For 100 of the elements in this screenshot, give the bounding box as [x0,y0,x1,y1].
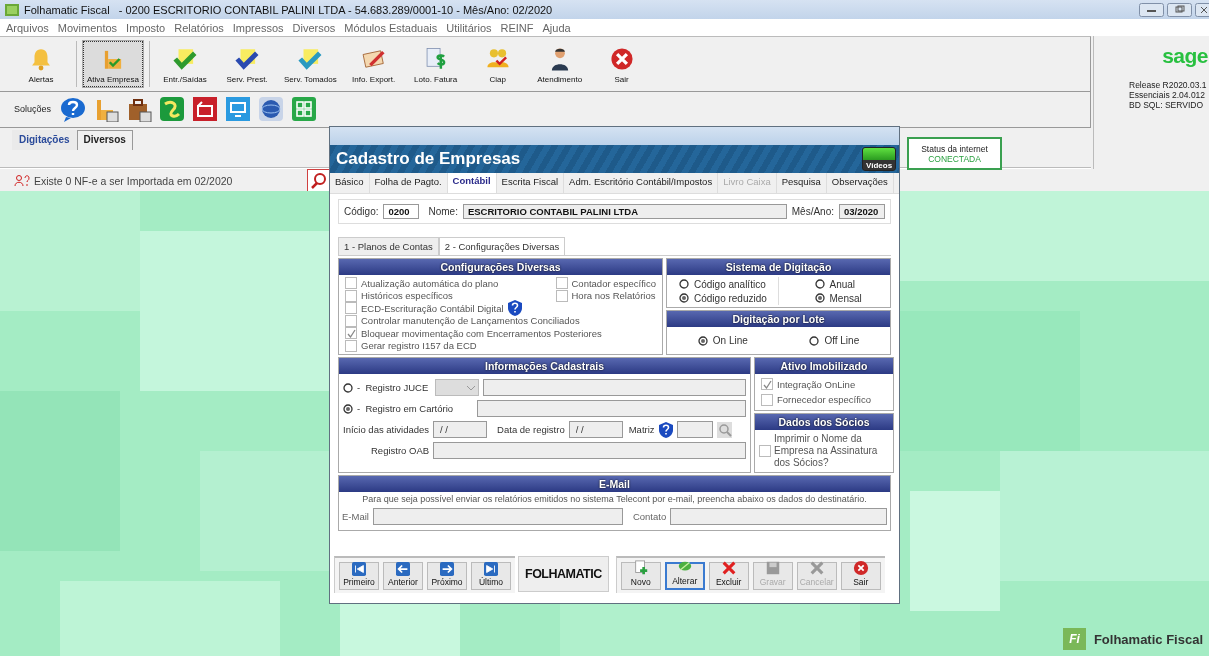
toolbar-button[interactable]: Serv. Prest. [218,41,277,87]
tab[interactable]: Adm. Escritório Contábil/Impostos [564,173,719,193]
videos-button[interactable]: Vídeos [862,147,896,171]
version-info: Release R2020.03.1 [1129,80,1208,90]
menu-item[interactable]: Movimentos [57,21,118,34]
checkbox[interactable] [555,289,568,302]
radio-button[interactable] [679,293,689,303]
option-label: On Line [712,335,748,346]
code-field[interactable]: 0200 [383,204,420,219]
tab[interactable]: 2 - Configurações Diversas [438,237,566,255]
option-label: Integração OnLine [777,378,856,390]
checkbox[interactable] [345,314,357,327]
input-field[interactable] [477,400,746,417]
radio-button[interactable] [343,382,353,393]
radio-button[interactable] [343,403,353,414]
contact-field[interactable] [670,508,887,525]
people-question-icon [14,175,30,187]
tab[interactable]: Básico [330,173,370,193]
menu-item[interactable]: Módulos Estaduais [344,21,438,34]
checkbox[interactable] [761,378,773,391]
toolbar-button[interactable]: Atendimento [530,41,589,87]
search-icon[interactable] [716,421,732,438]
menu-item[interactable]: Arquivos [6,21,49,34]
section-header: Ativo Imobilizado [755,358,893,374]
field-label: Registro OAB [371,445,430,456]
tab[interactable]: Escrita Fiscal [496,173,565,193]
input-field[interactable] [433,442,746,459]
grid-icon[interactable] [291,96,318,122]
close-icon[interactable] [1195,2,1209,17]
checkbox[interactable] [759,445,771,457]
menu-item[interactable]: Diversos [292,21,336,34]
checkbox[interactable] [345,327,357,340]
tab[interactable]: Digitações [12,130,77,150]
checkbox[interactable] [345,289,357,302]
radio-button[interactable] [814,293,825,303]
toolbar-button[interactable]: Ativa Empresa [83,41,144,87]
toolbar-button[interactable]: Entr./Saídas [156,41,215,87]
menu-item[interactable]: Utilitários [446,21,492,34]
option-label: Controlar manutenção de Lançamentos Conciliados [361,315,580,327]
help-icon[interactable] [507,300,522,317]
checkbox[interactable] [345,277,357,290]
period-field[interactable]: 03/2020 [839,204,885,219]
menu-item[interactable]: Ajuda [542,21,571,34]
action-button[interactable]: Sair [840,561,881,590]
help-icon[interactable] [658,421,673,438]
radio-button[interactable] [679,279,689,289]
dialog-title: Cadastro de Empresas [336,149,521,169]
checkbox[interactable] [761,393,773,406]
toolbar-button[interactable]: Serv. Tomados [280,41,341,87]
tab[interactable]: Diversos [76,130,133,150]
left-arrow-icon [395,561,411,576]
nav-button[interactable]: Anterior [383,561,423,590]
tab[interactable]: 1 - Planos de Contas [338,237,439,255]
checkbox[interactable] [555,277,568,290]
restore-icon[interactable] [1167,2,1192,17]
monitor-icon[interactable] [225,96,252,122]
radio-button[interactable] [809,335,820,346]
action-button[interactable]: Alterar [664,561,705,590]
menu-item[interactable]: Impressos [232,21,284,34]
toolbar-button[interactable]: Sair [592,41,651,87]
action-button[interactable]: Novo [620,561,661,590]
email-field[interactable] [372,508,623,525]
close-icon [608,46,635,72]
section-header: Informações Cadastrais [339,358,750,374]
toolbar-button[interactable]: Loto. Fatura [406,41,465,87]
name-field[interactable]: ESCRITORIO CONTABIL PALINI LTDA [462,204,787,219]
input-field[interactable] [483,379,746,396]
input-field[interactable] [676,421,713,438]
last-icon [483,561,499,576]
status-value: CONECTADA [928,153,981,164]
email-note: Para que seja possível enviar os relatórios emitidos no sistema Telecont por e-mail, preencha abaixo os dados do destinatário. [361,493,868,506]
tab[interactable]: Pesquisa [776,173,827,193]
menu-item[interactable]: REINF [500,21,534,34]
nav-button[interactable]: Primeiro [339,561,379,590]
close-icon [852,559,869,576]
toolbar-button[interactable]: Alertas [12,41,70,87]
logo-badge: Fi [1063,628,1086,650]
section-header: Dados dos Sócios [755,414,893,430]
radio-button[interactable] [697,335,708,346]
radio-button[interactable] [814,279,825,289]
tab[interactable]: Folha de Pagto. [369,173,448,193]
menu-item[interactable]: Imposto [126,21,166,34]
version-info: Essenciais 2.04.012 [1129,90,1207,100]
nav-button[interactable]: Próximo [427,561,467,590]
minimize-icon[interactable] [1139,2,1164,17]
help-icon[interactable] [60,96,87,122]
nav-button[interactable]: Último [471,561,511,590]
date-field[interactable]: / / [568,421,623,438]
globe-icon[interactable] [258,96,285,122]
toolbar-button[interactable]: Ciap [468,41,527,87]
date-field[interactable]: / / [433,421,488,438]
checkbox[interactable] [345,302,357,315]
checkbox[interactable] [345,339,357,352]
tab[interactable]: Contábil [447,173,497,193]
action-button[interactable]: Excluir [708,561,749,590]
menu-item[interactable]: Relatórios [174,21,224,34]
briefcase-icon[interactable] [126,96,153,122]
toolbar-button[interactable]: Info. Export. [344,41,403,87]
swoosh-icon[interactable] [159,96,186,122]
tab[interactable]: Observações [826,173,894,193]
